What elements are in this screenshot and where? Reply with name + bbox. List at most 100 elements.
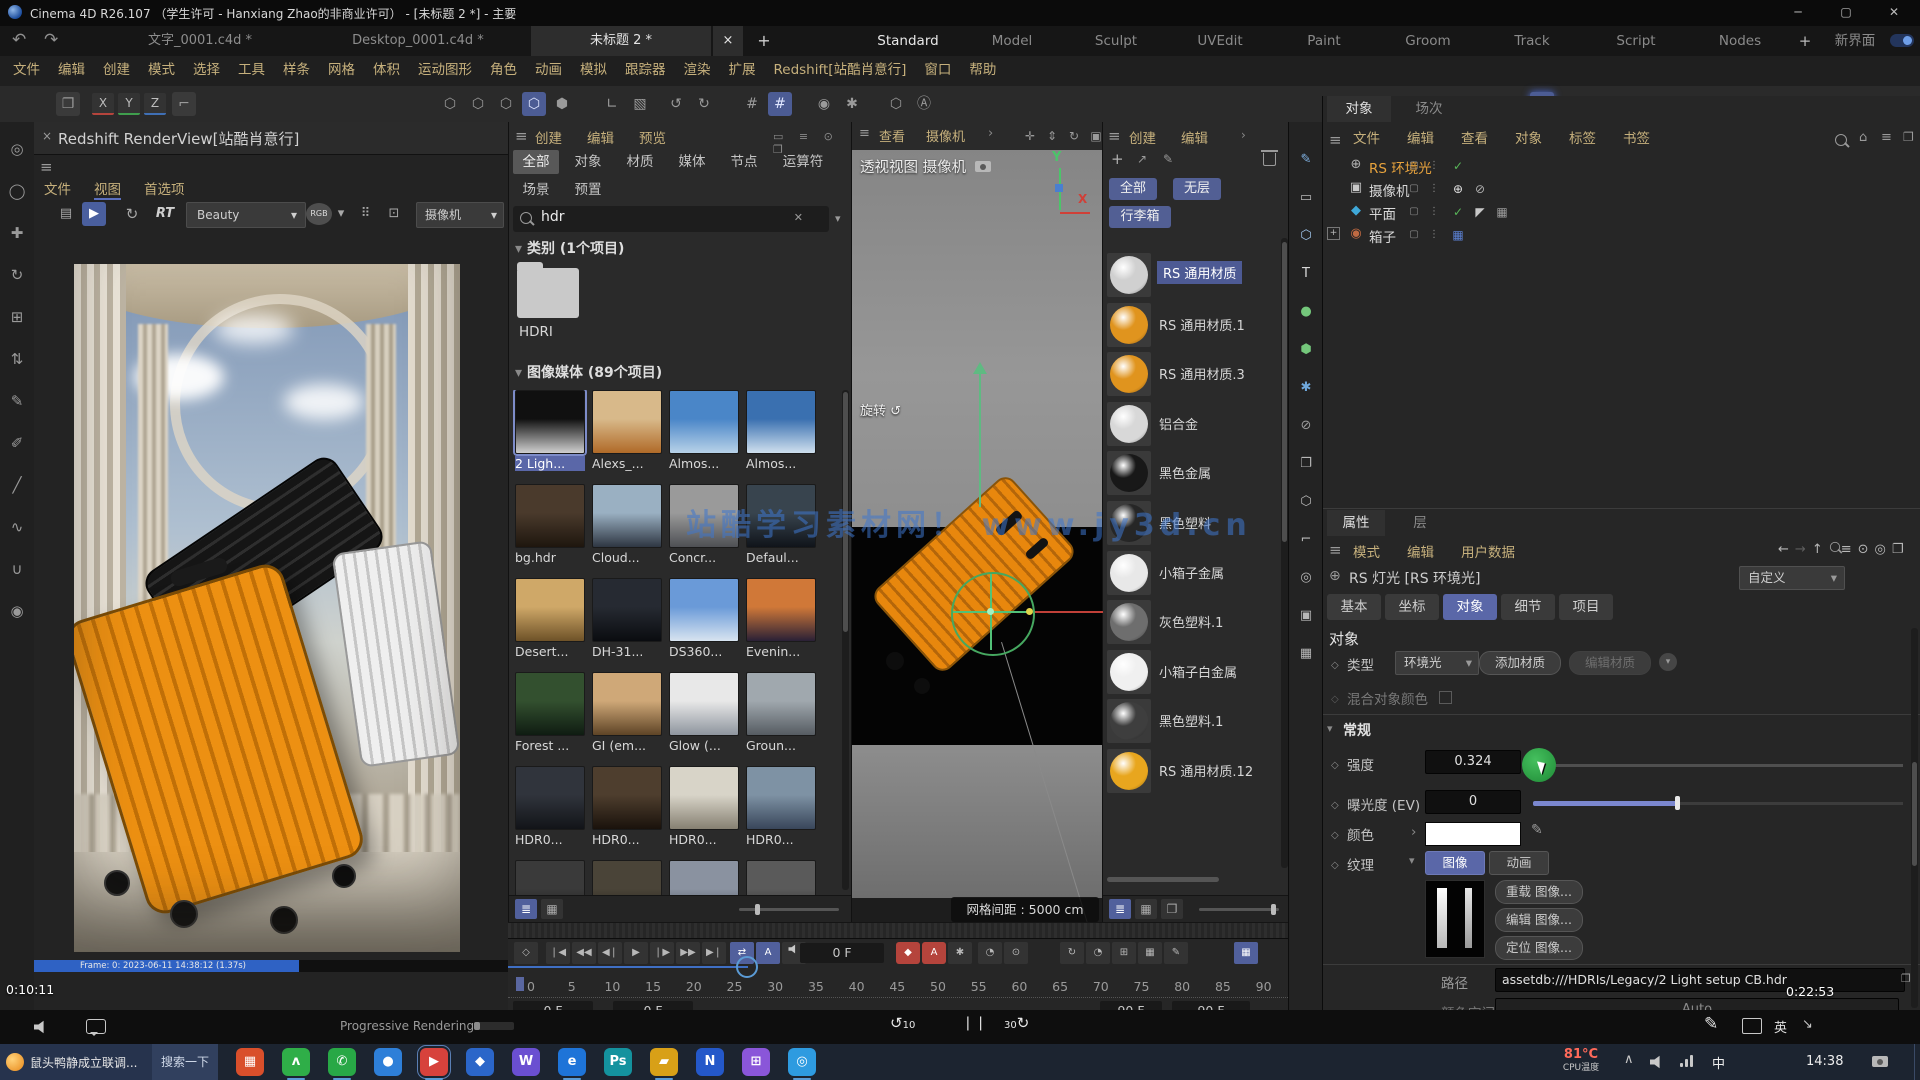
asset-item[interactable]: [515, 860, 585, 895]
check-badge-icon[interactable]: ✓: [1449, 203, 1467, 221]
document-tab[interactable]: Desktop_0001.c4d *: [313, 26, 523, 56]
annotate-pencil-icon[interactable]: ✎: [1704, 1014, 1718, 1034]
wrench-icon[interactable]: ⌐: [1294, 528, 1318, 552]
next-key-button[interactable]: ▶▶: [676, 942, 700, 964]
mat-menu-编辑[interactable]: 编辑: [1181, 127, 1208, 147]
attr-nav-icons[interactable]: ←→↑≡⊙◎❐: [1778, 541, 1910, 557]
taskbar-news-widget[interactable]: 鼠头鸭静成立联调...: [0, 1044, 152, 1080]
asset-item[interactable]: Evenin...: [746, 578, 816, 659]
om-menu-icon[interactable]: ≡: [1329, 131, 1342, 149]
menu-文件[interactable]: 文件: [4, 56, 49, 85]
om-popout-icon[interactable]: ❐: [1903, 130, 1914, 144]
menu-Redshift[站酷肖意行][interactable]: Redshift[站酷肖意行]: [765, 56, 916, 85]
thumb-view-icon[interactable]: ▦: [541, 899, 563, 919]
pass-dropdown[interactable]: Beauty▾: [186, 202, 306, 228]
ime-image-icon[interactable]: [1742, 1018, 1762, 1034]
go-end-button[interactable]: ▶❘: [702, 942, 726, 964]
viewport-menu-icon[interactable]: ≡: [859, 126, 870, 141]
forbid-icon[interactable]: ⊘: [1294, 414, 1318, 438]
asset-item[interactable]: Glow (...: [669, 672, 739, 753]
viewport-menu-camera[interactable]: 摄像机: [926, 126, 965, 145]
attr-tab-button-基本[interactable]: 基本: [1327, 594, 1381, 620]
rv-menu-文件[interactable]: 文件: [44, 178, 71, 198]
pick-material-icon[interactable]: ✎: [1163, 152, 1173, 166]
color-picker-icon[interactable]: ✎: [1531, 822, 1543, 838]
asset-item[interactable]: bg.hdr: [515, 484, 585, 565]
asset-menu-icon[interactable]: ≡: [515, 127, 528, 145]
attr-tab-button-坐标[interactable]: 坐标: [1385, 594, 1439, 620]
go-start-button[interactable]: ❘◀: [546, 942, 570, 964]
ruler-tick[interactable]: 55: [964, 979, 994, 994]
delete-material-icon[interactable]: [1263, 153, 1276, 166]
current-frame-field[interactable]: 0 F: [800, 943, 884, 963]
general-caret-icon[interactable]: ▾: [1327, 722, 1333, 735]
pen-tool-icon[interactable]: ✎: [4, 388, 30, 414]
axis-x-button[interactable]: X: [92, 93, 114, 115]
layer-toggle-icon[interactable]: ▢: [1405, 203, 1423, 221]
material-filter-无层[interactable]: 无层: [1173, 178, 1221, 200]
ruler-tick[interactable]: 40: [842, 979, 872, 994]
layout-tab-track[interactable]: Track: [1480, 26, 1584, 56]
assign-material-icon[interactable]: ↗: [1137, 152, 1147, 166]
menu-编辑[interactable]: 编辑: [49, 56, 94, 85]
intensity-field[interactable]: 0.324: [1425, 750, 1521, 774]
target-badge-icon[interactable]: ⊕: [1449, 180, 1467, 198]
ruler-tick[interactable]: 90: [1249, 979, 1279, 994]
ab-tab-场景[interactable]: 场景: [513, 178, 559, 202]
expand-icon[interactable]: +: [1327, 227, 1340, 240]
taskbar-app-1[interactable]: ʌ: [282, 1048, 310, 1076]
check-badge-icon[interactable]: ✓: [1449, 157, 1467, 175]
layers-icon[interactable]: ❐: [1294, 452, 1318, 476]
list-view-icon[interactable]: ≣: [515, 899, 537, 919]
snap-grid-icon[interactable]: #: [768, 92, 792, 116]
asset-item[interactable]: GI (em...: [592, 672, 662, 753]
attribute-scrollbar[interactable]: [1911, 628, 1918, 1008]
search-dropdown-icon[interactable]: ▾: [835, 212, 841, 225]
category-section-header[interactable]: ▾类别 (1个项目): [515, 238, 624, 258]
layer-toggle-icon[interactable]: ▢: [1405, 226, 1423, 244]
menu-窗口[interactable]: 窗口: [915, 56, 960, 85]
material-item[interactable]: 灰色塑料.1: [1103, 599, 1289, 647]
ruler-tick[interactable]: 50: [923, 979, 953, 994]
network-icon[interactable]: [1680, 1055, 1696, 1067]
menu-模式[interactable]: 模式: [139, 56, 184, 85]
position-icon[interactable]: ⊙: [1004, 942, 1028, 964]
motion-icon[interactable]: ◔: [978, 942, 1002, 964]
attr-tab-属性[interactable]: 属性: [1327, 510, 1385, 536]
renderview-close-icon[interactable]: ×: [42, 129, 52, 143]
cube-tool-icon[interactable]: ⬡: [522, 92, 546, 116]
pan-icon[interactable]: ✛: [1020, 126, 1040, 146]
scale-tool-icon[interactable]: ⊞: [4, 304, 30, 330]
ruler-tick[interactable]: 0: [516, 979, 546, 994]
menu-渲染[interactable]: 渲染: [675, 56, 720, 85]
weights-tool-icon[interactable]: ◉: [4, 598, 30, 624]
menu-创建[interactable]: 创建: [94, 56, 139, 85]
ime-collapse-icon[interactable]: ↘: [1802, 1017, 1813, 1032]
undo-view-icon[interactable]: ↺: [664, 92, 688, 116]
layer-toggle-icon[interactable]: ▢: [1405, 157, 1423, 175]
chat-icon[interactable]: [86, 1019, 106, 1034]
add-material-icon[interactable]: +: [1111, 150, 1124, 168]
snap-cube-icon[interactable]: ▧: [628, 92, 652, 116]
attr-tab-层[interactable]: 层: [1391, 510, 1449, 536]
camera-icon[interactable]: ▣: [1294, 604, 1318, 628]
path-field[interactable]: assetdb:///HDRIs/Legacy/2 Light setup CB…: [1495, 968, 1905, 992]
prev-key-button[interactable]: ◀◀: [572, 942, 596, 964]
play-button[interactable]: ▶: [624, 942, 648, 964]
renderview-camera-dropdown[interactable]: 摄像机▾: [416, 202, 504, 228]
material-hscroll[interactable]: [1107, 877, 1219, 882]
menu-运动图形[interactable]: 运动图形: [409, 56, 481, 85]
layout-tab-model[interactable]: Model: [960, 26, 1064, 56]
ab-tab-运算符[interactable]: 运算符: [773, 150, 833, 174]
menu-工具[interactable]: 工具: [229, 56, 274, 85]
ab-tab-预置[interactable]: 预置: [565, 178, 611, 202]
ab-tab-全部[interactable]: 全部: [513, 150, 559, 174]
tex-badge-icon[interactable]: ▦: [1493, 203, 1511, 221]
pause-button[interactable]: ❘❘: [962, 1015, 987, 1031]
material-options-icon[interactable]: ▾: [1659, 653, 1677, 671]
attr-menu-icon[interactable]: ≡: [1329, 541, 1342, 559]
taskbar-app-4[interactable]: ▶: [420, 1048, 448, 1076]
gear-icon[interactable]: ✱: [1294, 376, 1318, 400]
maximize-view-icon[interactable]: ▣: [1086, 126, 1103, 146]
exposure-field[interactable]: 0: [1425, 790, 1521, 814]
